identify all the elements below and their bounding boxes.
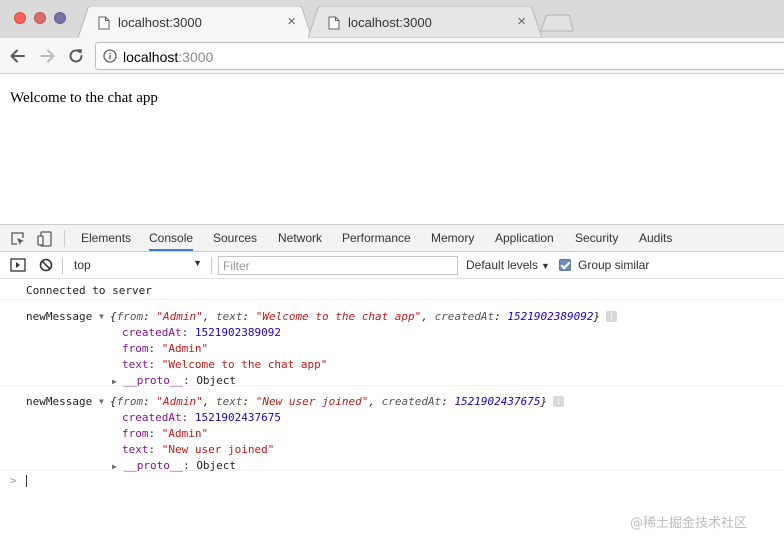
inspect-element-icon[interactable] [9, 230, 27, 248]
collapsed-triangle-icon[interactable]: ▶ [112, 377, 117, 386]
page-icon [98, 16, 110, 30]
address-bar[interactable]: localhost:3000 [95, 42, 784, 70]
devtools-tab-bar: Elements Console Sources Network Perform… [0, 225, 784, 252]
url-host: localhost [123, 49, 179, 65]
tab-network[interactable]: Network [278, 225, 322, 251]
url-port: :3000 [178, 49, 214, 65]
console-filter-input[interactable] [218, 256, 458, 275]
context-select[interactable]: top ▼ [66, 256, 208, 274]
tab-strip: localhost:3000 × localhost:3000 × [0, 0, 784, 38]
summary-from: "Admin" [156, 310, 203, 323]
log-label: newMessage [26, 395, 93, 408]
new-tab-button[interactable] [540, 14, 574, 32]
summary-from: "Admin" [156, 395, 203, 408]
console-message: Connected to server [0, 280, 784, 300]
object-property: text: "New user joined" [122, 443, 275, 456]
tab-memory[interactable]: Memory [431, 225, 474, 251]
collapsed-triangle-icon[interactable]: ▶ [112, 462, 117, 471]
tab-security[interactable]: Security [575, 225, 618, 251]
proto-property[interactable]: ▶ __proto__: Object [112, 459, 236, 472]
text-cursor [26, 475, 27, 487]
info-badge-icon[interactable]: i [606, 311, 618, 322]
tab-console[interactable]: Console [149, 225, 194, 251]
prompt-caret-icon: > [10, 474, 17, 487]
device-toolbar-icon[interactable] [36, 230, 54, 248]
tab-audits[interactable]: Audits [639, 225, 672, 251]
prop-createdat: 1521902389092 [194, 326, 281, 339]
info-badge-icon[interactable]: i [553, 396, 565, 407]
prop-text: "New user joined" [161, 443, 275, 456]
watermark: @稀土掘金技术社区 [630, 516, 748, 531]
close-tab-icon[interactable]: × [517, 14, 526, 29]
console-message: newMessage ▼ {from: "Admin", text: "New … [0, 386, 784, 472]
object-summary[interactable]: {from: "Admin", text: "Welcome to the ch… [110, 310, 618, 323]
url-text: localhost:3000 [123, 49, 213, 65]
dropdown-arrow-icon: ▼ [193, 258, 202, 268]
clear-console-icon[interactable] [37, 256, 55, 274]
console-filter-bar: top ▼ Default levels▼ Group similar [0, 252, 784, 279]
page-viewport: Welcome to the chat app [0, 75, 784, 224]
toolbar-divider [62, 257, 63, 274]
summary-text: "Welcome to the chat app" [255, 310, 422, 323]
summary-createdat: 1521902437675 [454, 395, 541, 408]
console-message: newMessage ▼ {from: "Admin", text: "Welc… [0, 301, 784, 387]
info-icon[interactable] [103, 49, 117, 63]
object-property: createdAt: 1521902389092 [122, 326, 281, 339]
object-property: text: "Welcome to the chat app" [122, 358, 328, 371]
group-similar-checkbox[interactable] [559, 259, 571, 271]
close-window-button[interactable] [14, 12, 26, 24]
prop-from: "Admin" [161, 427, 209, 440]
browser-toolbar: localhost:3000 [0, 38, 784, 74]
object-summary[interactable]: {from: "Admin", text: "New user joined",… [110, 395, 565, 408]
proto-value: Object [196, 459, 237, 472]
context-value: top [74, 258, 91, 272]
log-levels-label: Default levels [466, 258, 539, 272]
console-prompt[interactable]: > [0, 472, 784, 490]
back-arrow-icon[interactable] [8, 46, 28, 66]
page-welcome-text: Welcome to the chat app [10, 90, 158, 106]
toolbar-divider [64, 230, 65, 247]
dropdown-arrow-icon: ▼ [541, 261, 550, 271]
show-sidebar-icon[interactable] [9, 256, 27, 274]
tab-title: localhost:3000 [348, 15, 432, 30]
reload-icon[interactable] [66, 46, 86, 66]
log-levels-dropdown[interactable]: Default levels ▼ [466, 258, 550, 272]
devtools-panel: Elements Console Sources Network Perform… [0, 224, 784, 536]
object-property: from: "Admin" [122, 342, 209, 355]
expanded-triangle-icon[interactable]: ▼ [99, 397, 104, 406]
tab-application[interactable]: Application [495, 225, 554, 251]
object-property: createdAt: 1521902437675 [122, 411, 281, 424]
tab-sources[interactable]: Sources [213, 225, 257, 251]
prop-from: "Admin" [161, 342, 209, 355]
object-property: from: "Admin" [122, 427, 209, 440]
prop-createdat: 1521902437675 [194, 411, 281, 424]
forward-arrow-icon[interactable] [37, 46, 57, 66]
minimize-window-button[interactable] [34, 12, 46, 24]
page-icon [328, 16, 340, 30]
prop-text: "Welcome to the chat app" [161, 358, 328, 371]
summary-createdat: 1521902389092 [507, 310, 594, 323]
close-tab-icon[interactable]: × [287, 14, 296, 29]
tab-title: localhost:3000 [118, 15, 202, 30]
console-messages: Connected to server newMessage ▼ {from: … [0, 280, 784, 536]
expanded-triangle-icon[interactable]: ▼ [99, 312, 104, 321]
browser-tab-1[interactable]: localhost:3000 × [78, 6, 312, 38]
log-text: Connected to server [26, 284, 152, 297]
zoom-window-button[interactable] [54, 12, 66, 24]
tab-performance[interactable]: Performance [342, 225, 411, 251]
summary-text: "New user joined" [255, 395, 369, 408]
toolbar-divider [211, 257, 212, 274]
tab-elements[interactable]: Elements [81, 225, 131, 251]
browser-tab-2[interactable]: localhost:3000 × [308, 6, 542, 38]
group-similar-label: Group similar [578, 258, 650, 272]
log-label: newMessage [26, 310, 93, 323]
proto-key: __proto__ [123, 459, 184, 472]
